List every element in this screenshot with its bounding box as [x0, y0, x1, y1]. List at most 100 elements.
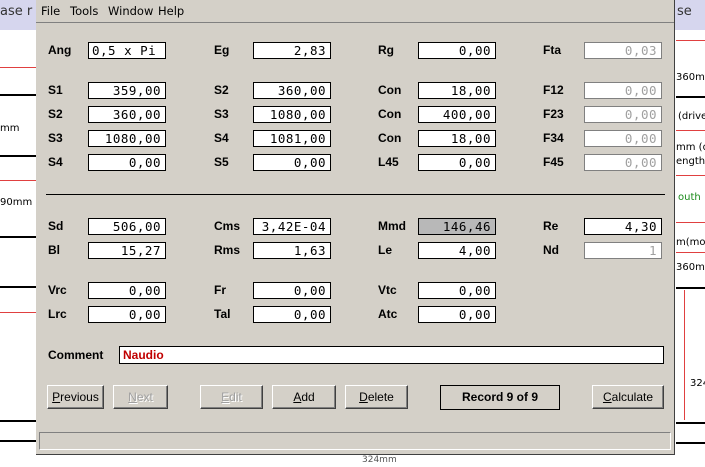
param-label-eg: Eg	[214, 43, 230, 57]
previous-button[interactable]: Previous	[47, 385, 104, 409]
param-label-f23: F23	[543, 107, 564, 121]
background-line	[676, 422, 705, 424]
background-line	[676, 40, 705, 41]
param-field-vrc[interactable]: 0,00	[88, 282, 166, 299]
calculate-button[interactable]: Calculate	[592, 385, 664, 409]
background-line	[0, 312, 36, 313]
background-dimension-label: ength)	[676, 156, 705, 167]
background-dimension-label: 360mm	[676, 72, 705, 83]
param-field-s5[interactable]: 0,00	[253, 154, 331, 171]
param-field-sd[interactable]: 506,00	[88, 218, 166, 235]
background-dimension-label: 90mm	[0, 197, 33, 208]
menu-window[interactable]: Window	[108, 4, 153, 18]
param-field-rg[interactable]: 0,00	[418, 42, 496, 59]
param-field-f23[interactable]: 0,00	[584, 106, 662, 123]
param-field-mmd[interactable]: 146,46	[418, 218, 496, 235]
background-line	[0, 420, 36, 422]
param-field-bl[interactable]: 15,27	[88, 242, 166, 259]
background-line	[676, 252, 705, 253]
param-label-f12: F12	[543, 83, 564, 97]
param-field-eg[interactable]: 2,83	[253, 42, 331, 59]
background-line	[676, 175, 705, 176]
background-line	[0, 286, 36, 288]
background-line	[0, 236, 36, 238]
param-field-con[interactable]: 400,00	[418, 106, 496, 123]
record-indicator: Record 9 of 9	[440, 385, 560, 410]
param-field-fr[interactable]: 0,00	[253, 282, 331, 299]
param-label-fta: Fta	[543, 43, 561, 57]
param-field-f12[interactable]: 0,00	[584, 82, 662, 99]
background-dimension-label: 360mm	[676, 262, 705, 273]
param-label-le: Le	[378, 243, 393, 257]
param-label-rms: Rms	[214, 243, 241, 257]
param-label-f45: F45	[543, 155, 564, 169]
background-line	[0, 67, 36, 68]
param-field-fta[interactable]: 0,03	[584, 42, 662, 59]
param-field-s2[interactable]: 360,00	[253, 82, 331, 99]
menu-file[interactable]: File	[41, 4, 60, 18]
previous-button-label: Previous	[52, 390, 99, 404]
param-field-s2[interactable]: 360,00	[88, 106, 166, 123]
delete-button[interactable]: Delete	[345, 385, 408, 409]
comment-field[interactable]: Naudio	[119, 346, 664, 364]
param-label-cms: Cms	[214, 219, 241, 233]
param-label-atc: Atc	[378, 307, 398, 321]
param-field-con[interactable]: 18,00	[418, 82, 496, 99]
param-field-re[interactable]: 4,30	[584, 218, 662, 235]
param-field-nd[interactable]: 1	[584, 242, 662, 259]
background-line	[676, 287, 705, 289]
next-button-label: Next	[128, 390, 153, 404]
edit-button[interactable]: Edit	[200, 385, 263, 409]
param-label-mmd: Mmd	[378, 219, 406, 233]
param-field-f34[interactable]: 0,00	[584, 130, 662, 147]
param-field-f45[interactable]: 0,00	[584, 154, 662, 171]
param-label-s3: S3	[214, 107, 229, 121]
background-line	[676, 130, 705, 131]
background-line	[0, 440, 36, 442]
background-line	[676, 222, 705, 223]
param-label-bl: Bl	[48, 243, 60, 257]
param-field-s3[interactable]: 1080,00	[88, 130, 166, 147]
param-label-s4: S4	[48, 155, 63, 169]
param-field-vtc[interactable]: 0,00	[418, 282, 496, 299]
param-label-ang: Ang	[48, 43, 72, 57]
add-button[interactable]: Add	[272, 385, 336, 409]
param-label-s5: S5	[214, 155, 229, 169]
param-field-lrc[interactable]: 0,00	[88, 306, 166, 323]
param-label-l45: L45	[378, 155, 399, 169]
param-label-lrc: Lrc	[48, 307, 67, 321]
param-field-l45[interactable]: 0,00	[418, 154, 496, 171]
param-field-cms[interactable]: 3,42E-04	[253, 218, 331, 235]
background-text-left: ase r	[0, 4, 33, 19]
param-field-le[interactable]: 4,00	[418, 242, 496, 259]
menu-tools[interactable]: Tools	[70, 4, 98, 18]
param-field-s4[interactable]: 0,00	[88, 154, 166, 171]
edit-button-label: Edit	[221, 390, 242, 404]
param-label-vrc: Vrc	[48, 283, 67, 297]
param-field-s3[interactable]: 1080,00	[253, 106, 331, 123]
param-field-s4[interactable]: 1081,00	[253, 130, 331, 147]
param-label-tal: Tal	[214, 307, 231, 321]
param-field-con[interactable]: 18,00	[418, 130, 496, 147]
param-field-tal[interactable]: 0,00	[253, 306, 331, 323]
background-dimension-label: mm (dri	[676, 142, 705, 153]
menu-bar: File Tools Window Help	[36, 0, 674, 23]
param-field-s1[interactable]: 359,00	[88, 82, 166, 99]
background-dimension-label: m(mou	[676, 237, 705, 248]
background-dimension-label: (drive	[678, 111, 705, 122]
param-field-ang[interactable]: 0,5 x Pi	[88, 42, 166, 59]
background-text-right: se	[677, 4, 692, 19]
param-label-con: Con	[378, 107, 402, 121]
background-line	[0, 94, 36, 96]
comment-label: Comment	[48, 348, 104, 362]
next-button[interactable]: Next	[113, 385, 168, 409]
param-label-re: Re	[543, 219, 559, 233]
param-label-sd: Sd	[48, 219, 64, 233]
menu-help[interactable]: Help	[158, 4, 184, 18]
background-dimension-label: outh	[678, 192, 701, 203]
section-divider	[46, 194, 665, 195]
param-field-atc[interactable]: 0,00	[418, 306, 496, 323]
background-dimension-label: 324	[690, 378, 705, 389]
param-label-con: Con	[378, 83, 402, 97]
param-field-rms[interactable]: 1,63	[253, 242, 331, 259]
